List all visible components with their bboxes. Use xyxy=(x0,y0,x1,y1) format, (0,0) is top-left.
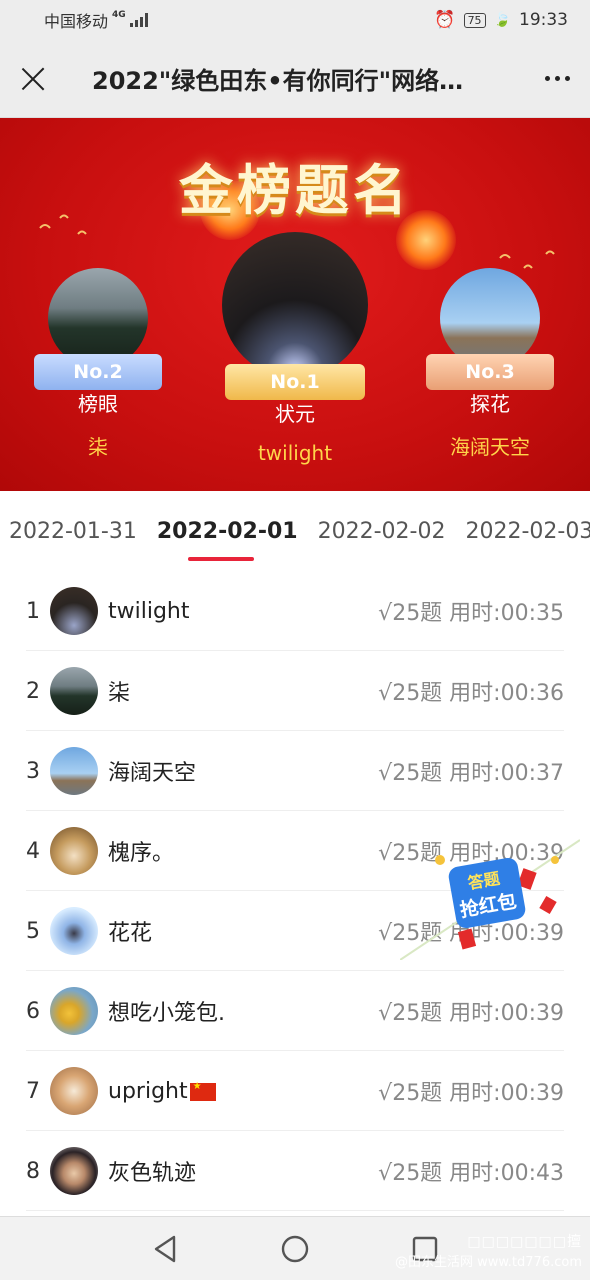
rank-ribbon: No.2 xyxy=(34,354,162,390)
carrier-label: 中国移动 xyxy=(44,12,109,31)
avatar xyxy=(50,987,98,1035)
podium-name: twilight xyxy=(257,441,333,465)
watermark-line2: @田东生活网 www.td776.com xyxy=(394,1255,582,1270)
avatar xyxy=(50,747,98,795)
page-title: 2022"绿色田东•有你同行"网络… xyxy=(92,67,464,95)
user-name: 想吃小笼包. xyxy=(108,1001,225,1026)
user-name: 槐序。 xyxy=(108,841,175,866)
more-options-icon[interactable] xyxy=(530,76,570,81)
podium-name: 柒 xyxy=(88,435,108,459)
avatar xyxy=(50,907,98,955)
battery-icon: 75 xyxy=(463,12,486,28)
user-name: upright xyxy=(108,1079,378,1104)
avatar xyxy=(50,827,98,875)
network-label: 4G xyxy=(112,10,126,20)
list-item[interactable]: 2 柒 √25题 用时:00:36 xyxy=(26,651,564,731)
tab-2022-02-02[interactable]: 2022-02-02 xyxy=(318,519,446,544)
podium-second[interactable]: No.2 榜眼 柒 xyxy=(28,268,168,460)
podium-first[interactable]: No.1 状元 twilight xyxy=(220,232,370,465)
result-text: √25题 用时:00:39 xyxy=(378,1001,564,1026)
user-name: 海阔天空 xyxy=(108,761,197,786)
avatar xyxy=(50,587,98,635)
avatar xyxy=(50,667,98,715)
podium-third[interactable]: No.3 探花 海阔天空 xyxy=(420,268,560,460)
rank-ribbon: No.1 xyxy=(225,364,365,400)
signal-icon xyxy=(129,13,148,27)
watermark-line1: □□□□□□□擅 xyxy=(467,1234,582,1250)
rank-number: 2 xyxy=(26,678,40,704)
list-item[interactable]: 1 twilight √25题 用时:00:35 xyxy=(26,571,564,651)
list-item[interactable]: 7 upright √25题 用时:00:39 xyxy=(26,1051,564,1131)
active-tab-indicator xyxy=(188,557,254,561)
rank-number: 4 xyxy=(26,838,40,864)
rank-number: 8 xyxy=(26,1158,40,1184)
leaderboard-banner: 金榜题名 No.2 榜眼 柒 No.1 状元 twilight No.3 探花 … xyxy=(0,118,590,491)
avatar xyxy=(440,268,540,368)
clock-time: 19:33 xyxy=(519,10,568,30)
user-name: 灰色轨迹 xyxy=(108,1161,197,1186)
watermark: □□□□□□□擅 @田东生活网 www.td776.com xyxy=(395,1231,582,1270)
avatar xyxy=(222,232,368,378)
home-icon[interactable] xyxy=(280,1234,310,1264)
result-text: √25题 用时:00:37 xyxy=(378,761,564,786)
avatar xyxy=(50,1147,98,1195)
status-bar: 中国移动 4G ⏰ 75 🍃 19:33 xyxy=(0,0,590,40)
rank-number: 1 xyxy=(26,598,40,624)
result-text: √25题 用时:00:35 xyxy=(378,601,564,626)
banner-heading: 金榜题名 xyxy=(179,158,411,222)
tab-2022-02-01[interactable]: 2022-02-01 xyxy=(157,519,298,544)
leaf-icon: 🍃 xyxy=(493,12,511,28)
podium-name: 海阔天空 xyxy=(450,435,530,459)
tab-2022-02-03[interactable]: 2022-02-03 xyxy=(465,519,590,544)
result-text: √25题 用时:00:36 xyxy=(378,681,564,706)
user-name: 花花 xyxy=(108,921,153,946)
rank-number: 7 xyxy=(26,1078,40,1104)
avatar xyxy=(50,1067,98,1115)
alarm-icon: ⏰ xyxy=(434,10,456,30)
result-text: √25题 用时:00:39 xyxy=(378,1081,564,1106)
result-text: √25题 用时:00:43 xyxy=(378,1161,564,1186)
list-item[interactable]: 6 想吃小笼包. √25题 用时:00:39 xyxy=(26,971,564,1051)
china-flag-icon xyxy=(189,1081,216,1101)
user-name: twilight xyxy=(108,598,190,624)
rank-ribbon: No.3 xyxy=(426,354,554,390)
close-icon[interactable] xyxy=(20,66,46,92)
avatar xyxy=(48,268,148,368)
rank-number: 6 xyxy=(26,998,40,1024)
red-packet-icon[interactable]: 答题 抢红包 xyxy=(400,830,580,960)
list-item[interactable]: 8 灰色轨迹 √25题 用时:00:43 xyxy=(26,1131,564,1211)
back-icon[interactable] xyxy=(150,1234,180,1264)
rank-title: 探花 xyxy=(470,392,510,416)
title-bar: 2022"绿色田东•有你同行"网络… xyxy=(0,40,590,118)
list-item[interactable]: 3 海阔天空 √25题 用时:00:37 xyxy=(26,731,564,811)
rank-title: 榜眼 xyxy=(78,392,118,416)
rank-number: 5 xyxy=(26,918,40,944)
user-name: 柒 xyxy=(108,681,131,706)
date-tabs: 2022-01-31 2022-02-01 2022-02-02 2022-02… xyxy=(0,491,590,571)
rank-number: 3 xyxy=(26,758,40,784)
tab-2022-01-31[interactable]: 2022-01-31 xyxy=(9,519,137,544)
rank-title: 状元 xyxy=(275,402,315,426)
